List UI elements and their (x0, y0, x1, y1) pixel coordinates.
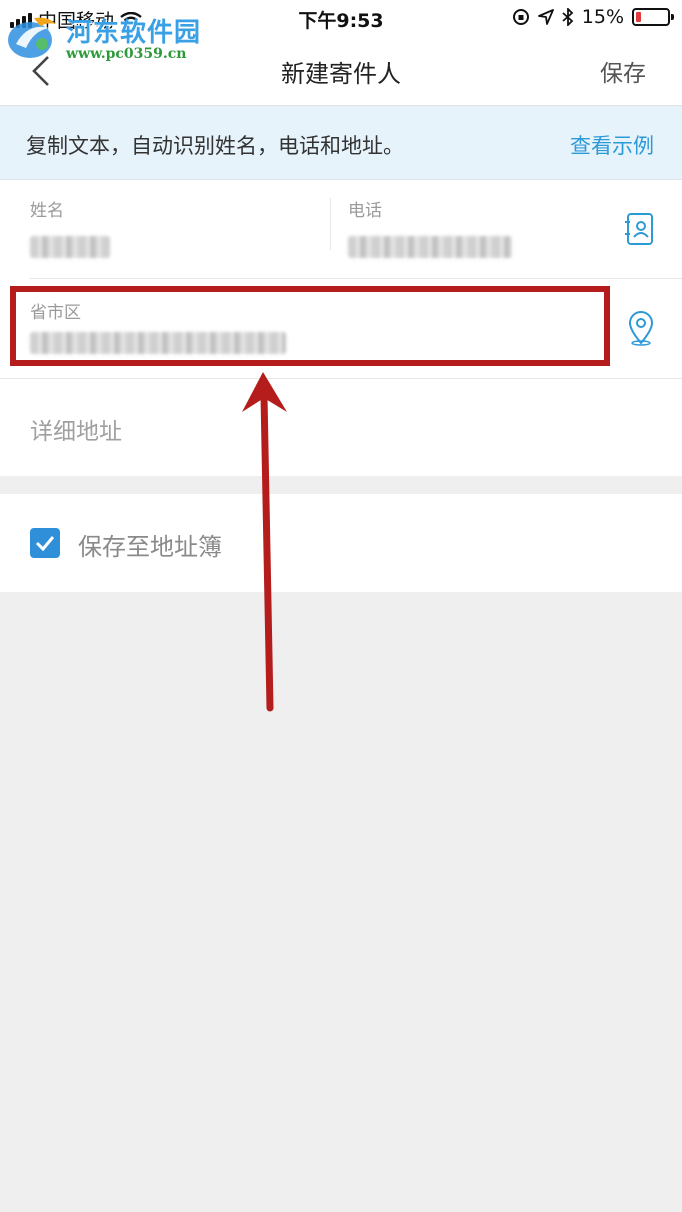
paste-hint-text: 复制文本，自动识别姓名，电话和地址。 (26, 134, 404, 158)
name-field[interactable] (30, 236, 110, 258)
bluetooth-icon (562, 8, 574, 26)
field-divider (330, 198, 331, 250)
save-to-address-book-row: 保存至地址簿 (0, 494, 682, 592)
battery-icon (632, 8, 674, 26)
paste-hint-bar: 复制文本，自动识别姓名，电话和地址。 查看示例 (0, 106, 682, 180)
detail-address-input[interactable]: 详细地址 (30, 412, 122, 446)
watermark: 河东软件园 www.pc0359.cn (4, 12, 214, 66)
save-address-checkbox[interactable] (30, 528, 60, 558)
row-divider (30, 278, 682, 279)
phone-field[interactable] (348, 236, 512, 258)
battery-fill (636, 12, 641, 22)
battery-percent: 15% (581, 6, 624, 28)
row-divider (0, 378, 682, 379)
contact-book-icon[interactable] (624, 212, 656, 246)
watermark-site-name: 河东软件园 (66, 18, 202, 48)
location-pin-icon[interactable] (626, 310, 656, 346)
orientation-lock-icon (512, 9, 529, 25)
save-button[interactable]: 保存 (600, 54, 646, 88)
checkmark-icon (35, 536, 55, 552)
view-example-link[interactable]: 查看示例 (570, 130, 654, 160)
watermark-url: www.pc0359.cn (66, 46, 187, 62)
status-right: 15% (512, 6, 674, 28)
watermark-logo-icon (8, 17, 56, 58)
annotation-highlight-box (10, 286, 610, 366)
save-address-label: 保存至地址簿 (78, 533, 222, 561)
phone-label: 电话 (348, 201, 382, 221)
location-arrow-icon (537, 9, 554, 25)
name-label: 姓名 (30, 201, 64, 221)
